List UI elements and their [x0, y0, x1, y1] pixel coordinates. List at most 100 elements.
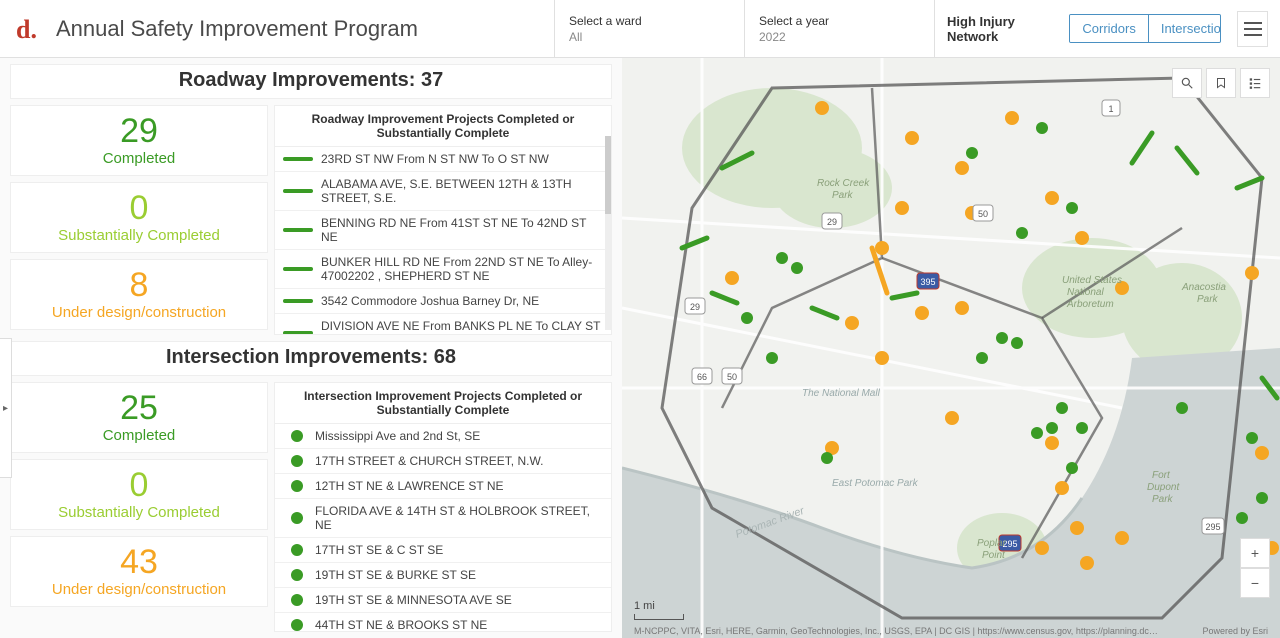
list-item[interactable]: BENNING RD NE From 41ST ST NE To 42ND ST… [275, 211, 611, 250]
svg-text:Point: Point [982, 550, 1006, 561]
svg-text:United States: United States [1062, 275, 1122, 286]
svg-text:The National Mall: The National Mall [802, 388, 881, 399]
list-item[interactable]: 3542 Commodore Joshua Barney Dr, NE [275, 289, 611, 314]
intersection-section-title: Intersection Improvements: 68 [10, 341, 612, 376]
svg-text:National: National [1067, 287, 1104, 298]
roadway-section-title: Roadway Improvements: 37 [10, 64, 612, 99]
map-search-button[interactable] [1172, 68, 1202, 98]
intersection-list: Intersection Improvement Projects Comple… [274, 382, 612, 632]
intersection-dot-icon [291, 480, 303, 492]
intersection-dot-icon [291, 594, 303, 606]
list-item-label: BUNKER HILL RD NE From 22ND ST NE To All… [321, 255, 603, 283]
corridor-line-icon [283, 157, 313, 161]
list-item-label: 17TH ST SE & C ST SE [315, 543, 443, 557]
list-item-label: ALABAMA AVE, S.E. BETWEEN 12TH & 13TH ST… [321, 177, 603, 205]
list-item[interactable]: 19TH ST SE & BURKE ST SE [275, 563, 611, 588]
svg-text:Fort: Fort [1152, 470, 1171, 481]
corridor-line-icon [283, 228, 313, 232]
year-selector-label: Select a year [759, 14, 920, 28]
zoom-out-button[interactable]: − [1240, 568, 1270, 598]
list-item-label: 12TH ST NE & LAWRENCE ST NE [315, 479, 504, 493]
svg-text:395: 395 [920, 277, 935, 287]
list-item-label: DIVISION AVE NE From BANKS PL NE To CLAY… [321, 319, 603, 334]
intersection-completed-card: 25 Completed [10, 382, 268, 453]
app-logo: d. [16, 15, 44, 43]
svg-text:Park: Park [1197, 294, 1219, 305]
list-item-label: Mississippi Ave and 2nd St, SE [315, 429, 480, 443]
scale-label: 1 mi [634, 600, 655, 612]
roadway-scrollbar[interactable] [605, 136, 611, 330]
svg-text:1: 1 [1108, 104, 1113, 114]
roadway-list-header: Roadway Improvement Projects Completed o… [275, 106, 611, 147]
list-item[interactable]: 17TH STREET & CHURCH STREET, N.W. [275, 449, 611, 474]
list-item[interactable]: FLORIDA AVE & 14TH ST & HOLBROOK STREET,… [275, 499, 611, 538]
list-item[interactable]: Mississippi Ave and 2nd St, SE [275, 424, 611, 449]
svg-text:50: 50 [978, 209, 988, 219]
svg-text:Rock Creek: Rock Creek [817, 178, 870, 189]
list-item-label: BENNING RD NE From 41ST ST NE To 42ND ST… [321, 216, 603, 244]
intersection-dot-icon [291, 569, 303, 581]
ward-selector-label: Select a ward [569, 14, 730, 28]
corridors-toggle[interactable]: Corridors [1070, 15, 1147, 42]
map-top-controls [1172, 68, 1270, 98]
svg-text:295: 295 [1205, 522, 1220, 532]
map-legend-button[interactable] [1240, 68, 1270, 98]
list-item-label: 19TH ST SE & MINNESOTA AVE SE [315, 593, 512, 607]
list-item-label: 23RD ST NW From N ST NW To O ST NW [321, 152, 549, 166]
intersections-toggle[interactable]: Intersections [1148, 15, 1221, 42]
zoom-in-button[interactable]: + [1240, 538, 1270, 568]
bookmark-icon [1215, 76, 1227, 90]
year-selector[interactable]: Select a year 2022 [745, 0, 935, 57]
list-item[interactable]: 19TH ST SE & MINNESOTA AVE SE [275, 588, 611, 613]
intersection-list-body[interactable]: Mississippi Ave and 2nd St, SE 17TH STREE… [275, 424, 611, 631]
map-panel[interactable]: 66 50 29 29 1 395 295 295 50 United Stat… [622, 58, 1280, 638]
corridor-line-icon [283, 267, 313, 271]
header-title-area: d. Annual Safety Improvement Program [0, 0, 555, 57]
corridor-line-icon [283, 189, 313, 193]
intersection-dot-icon [291, 544, 303, 556]
list-item[interactable]: BUNKER HILL RD NE From 22ND ST NE To All… [275, 250, 611, 289]
list-item[interactable]: 44TH ST NE & BROOKS ST NE [275, 613, 611, 631]
roadway-stats-row: 29 Completed 0 Substantially Completed 8… [10, 105, 612, 335]
intersection-completed-label: Completed [15, 427, 263, 444]
svg-text:East Potomac Park: East Potomac Park [832, 478, 919, 489]
intersection-substantial-value: 0 [15, 468, 263, 502]
header-right: High Injury Network Corridors Intersecti… [935, 0, 1280, 57]
list-item-label: 44TH ST NE & BROOKS ST NE [315, 618, 487, 631]
intersection-substantial-label: Substantially Completed [15, 504, 263, 521]
svg-text:29: 29 [690, 302, 700, 312]
attribution-text: M-NCPPC, VITA, Esri, HERE, Garmin, GeoTe… [634, 626, 1158, 636]
list-item-label: 3542 Commodore Joshua Barney Dr, NE [321, 294, 539, 308]
legend-icon [1248, 76, 1262, 90]
map-attribution: M-NCPPC, VITA, Esri, HERE, Garmin, GeoTe… [634, 626, 1268, 636]
intersection-stats-row: 25 Completed 0 Substantially Completed 4… [10, 382, 612, 632]
roadway-completed-value: 29 [15, 114, 263, 148]
roadway-stat-cards: 29 Completed 0 Substantially Completed 8… [10, 105, 268, 335]
map-canvas[interactable]: 66 50 29 29 1 395 295 295 50 United Stat… [622, 58, 1280, 638]
intersection-stat-cards: 25 Completed 0 Substantially Completed 4… [10, 382, 268, 632]
intersection-dot-icon [291, 512, 303, 524]
list-item[interactable]: 17TH ST SE & C ST SE [275, 538, 611, 563]
map-bookmark-button[interactable] [1206, 68, 1236, 98]
intersection-substantial-card: 0 Substantially Completed [10, 459, 268, 530]
roadway-completed-label: Completed [15, 150, 263, 167]
list-item[interactable]: ALABAMA AVE, S.E. BETWEEN 12TH & 13TH ST… [275, 172, 611, 211]
list-item[interactable]: DIVISION AVE NE From BANKS PL NE To CLAY… [275, 314, 611, 334]
roadway-list: Roadway Improvement Projects Completed o… [274, 105, 612, 335]
svg-text:50: 50 [727, 372, 737, 382]
layer-toggle: Corridors Intersections [1069, 14, 1221, 43]
list-item[interactable]: 23RD ST NW From N ST NW To O ST NW [275, 147, 611, 172]
svg-text:Dupont: Dupont [1147, 482, 1180, 493]
map-scale-bar: 1 mi [634, 600, 684, 620]
corridor-line-icon [283, 299, 313, 303]
ward-selector[interactable]: Select a ward All [555, 0, 745, 57]
svg-text:Park: Park [832, 190, 854, 201]
panel-expand-tab[interactable]: ▸ [0, 338, 12, 478]
hin-label: High Injury Network [947, 14, 1051, 44]
intersection-under-value: 43 [15, 545, 263, 579]
content-area: ▸ Roadway Improvements: 37 29 Completed … [0, 58, 1280, 638]
menu-button[interactable] [1237, 11, 1268, 47]
left-panel: ▸ Roadway Improvements: 37 29 Completed … [0, 58, 622, 638]
roadway-list-body[interactable]: 23RD ST NW From N ST NW To O ST NW ALABAM… [275, 147, 611, 334]
list-item[interactable]: 12TH ST NE & LAWRENCE ST NE [275, 474, 611, 499]
